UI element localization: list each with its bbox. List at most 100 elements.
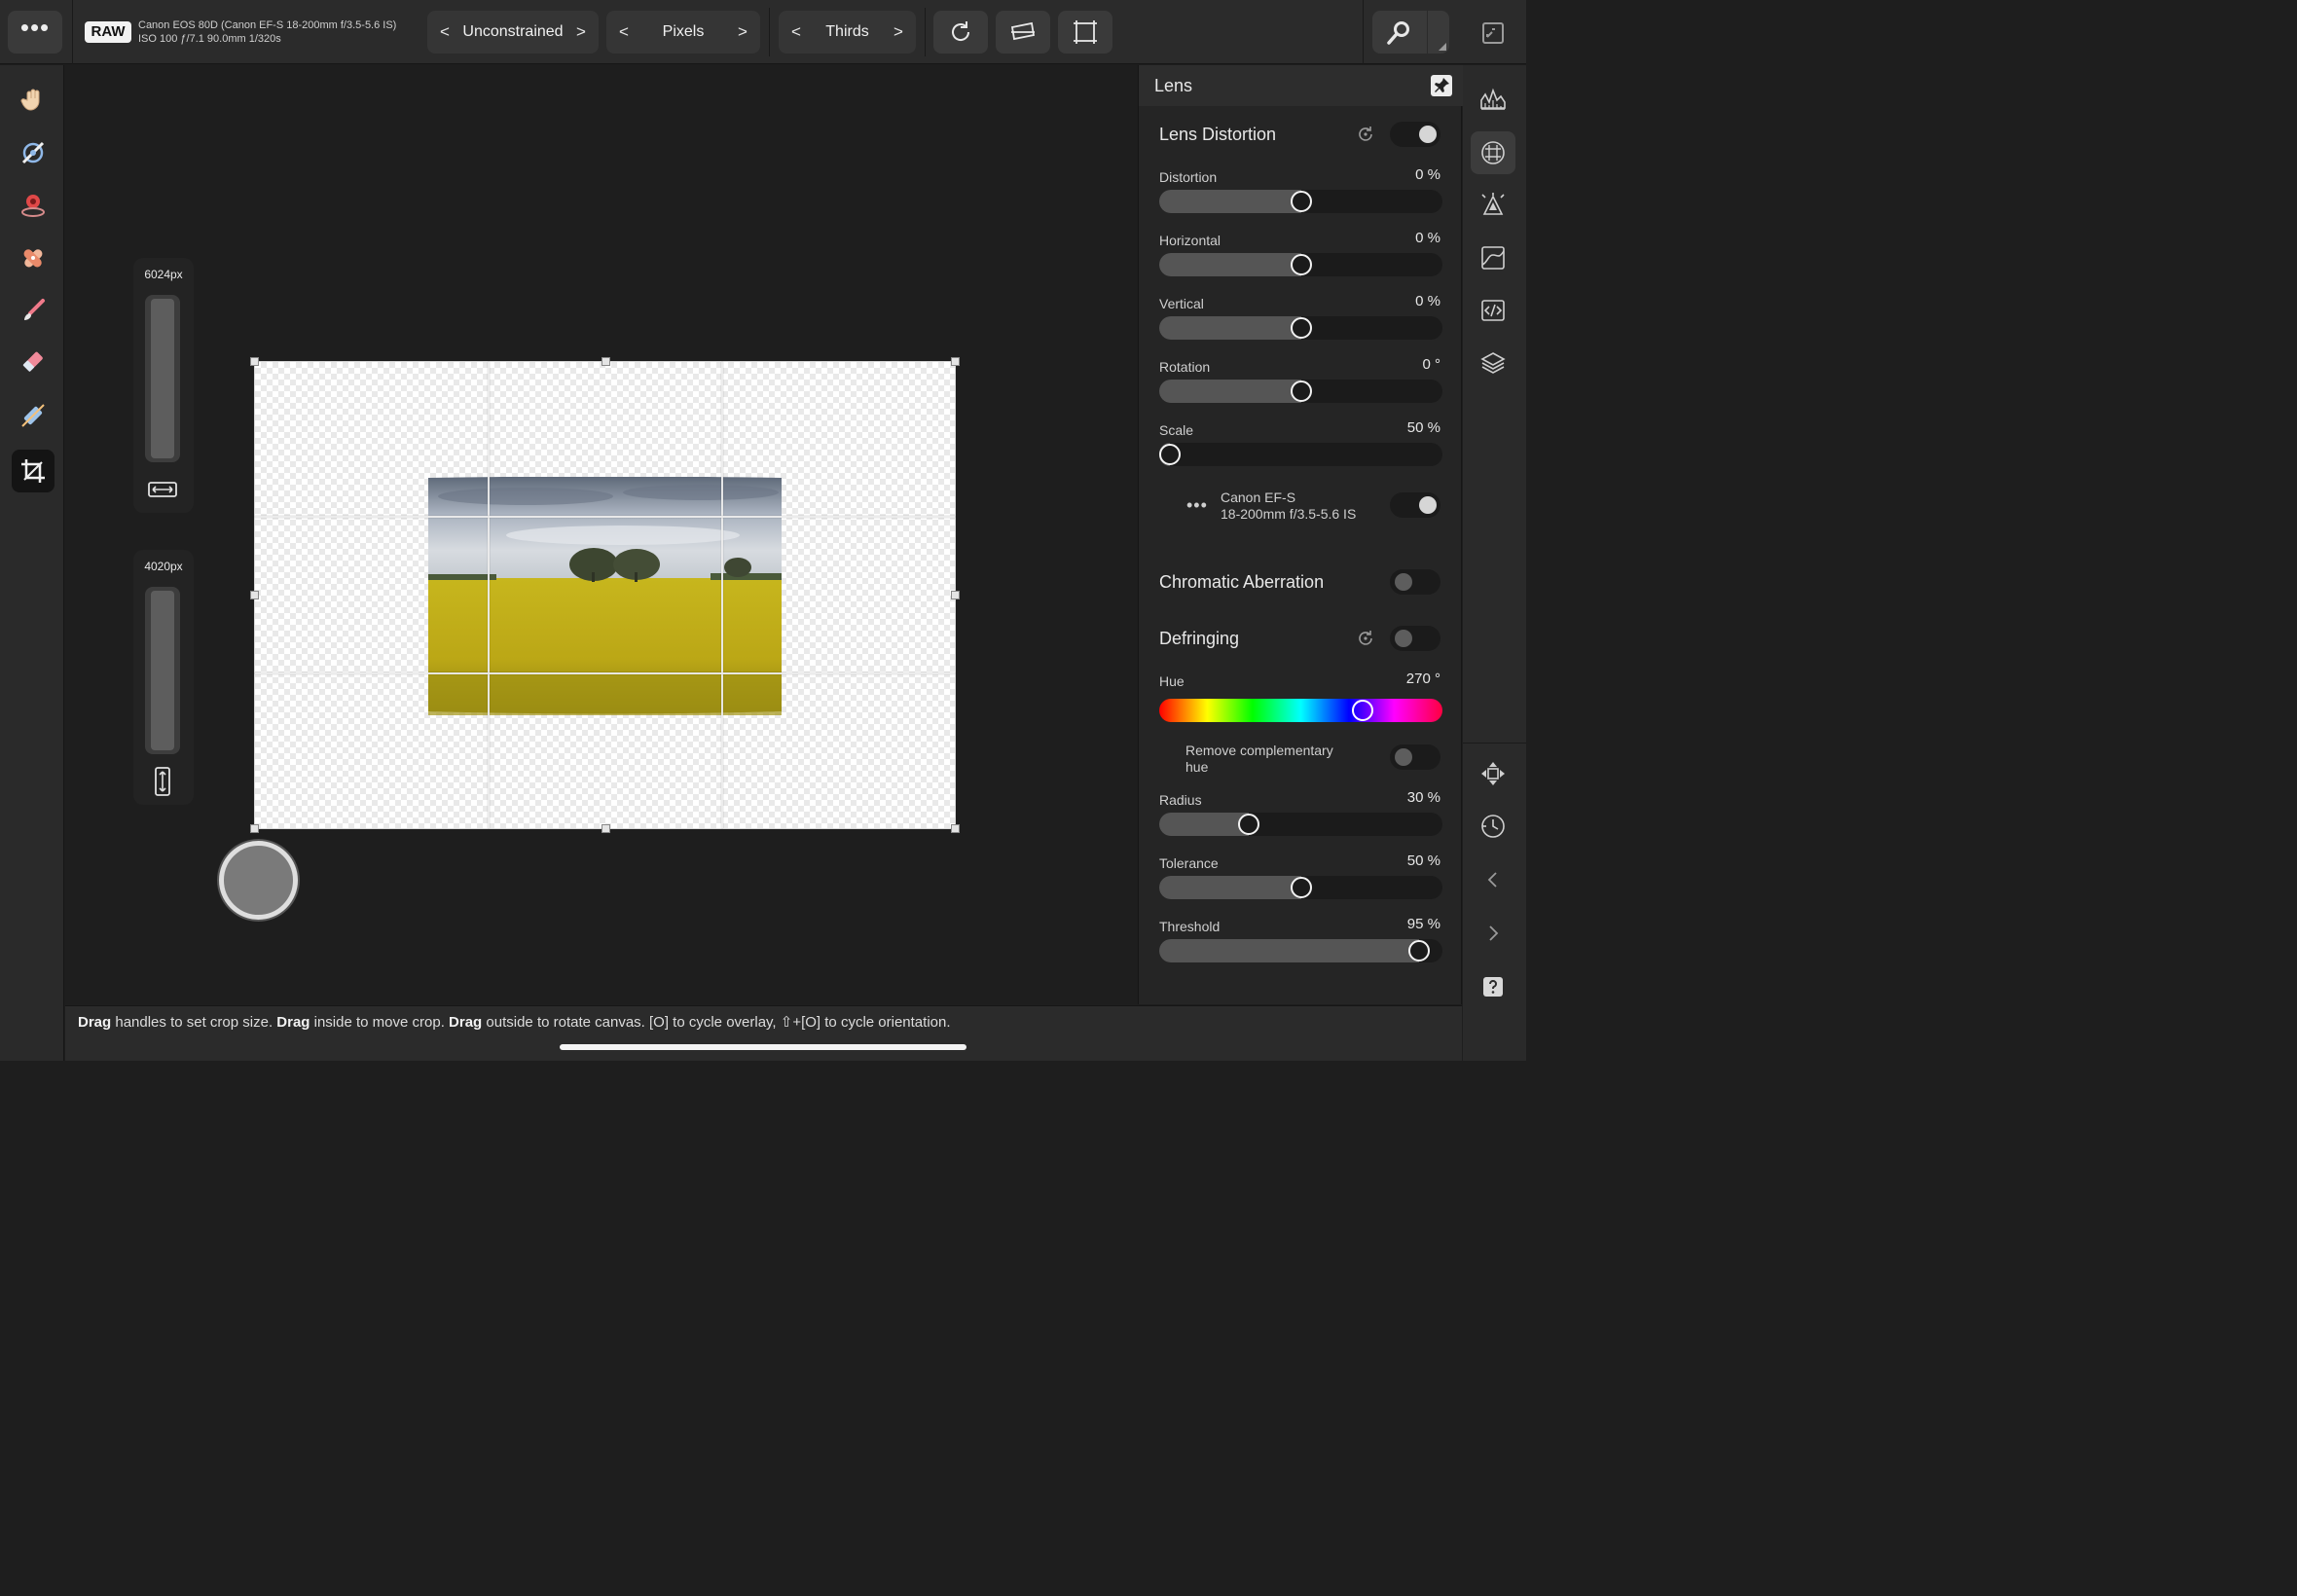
remove-complementary-toggle[interactable] bbox=[1390, 744, 1440, 770]
toolbar-divider bbox=[769, 8, 770, 56]
vertical-slider[interactable] bbox=[1159, 316, 1442, 340]
history-studio-button[interactable] bbox=[1471, 805, 1515, 848]
blemish-tool-button[interactable] bbox=[12, 236, 55, 279]
pin-button[interactable] bbox=[1431, 75, 1452, 96]
collapse-left-button[interactable] bbox=[1471, 858, 1515, 901]
crop-handle-bottom-left[interactable] bbox=[250, 824, 259, 833]
layers-studio-button[interactable] bbox=[1471, 342, 1515, 384]
crop-handle-right[interactable] bbox=[951, 591, 960, 599]
white-balance-icon bbox=[21, 141, 45, 164]
navigator-studio-button[interactable] bbox=[1471, 752, 1515, 795]
overlay-next-button[interactable]: > bbox=[891, 22, 906, 42]
threshold-slider-fill bbox=[1159, 939, 1419, 962]
radius-slider-thumb[interactable] bbox=[1237, 814, 1259, 835]
remove-complementary-label: Remove complementary bbox=[1185, 743, 1333, 758]
lens-profile-more-button[interactable]: ••• bbox=[1186, 495, 1208, 516]
crop-handle-top-left[interactable] bbox=[250, 357, 259, 366]
vertical-slider-thumb[interactable] bbox=[1290, 317, 1312, 339]
ratio-next-button[interactable]: > bbox=[573, 22, 589, 42]
horizontal-slider-fill bbox=[1159, 253, 1301, 276]
tolerance-slider-thumb[interactable] bbox=[1290, 877, 1312, 898]
toggle-knob bbox=[1395, 573, 1412, 591]
defringing-toggle[interactable] bbox=[1390, 626, 1440, 651]
distortion-slider[interactable] bbox=[1159, 190, 1442, 213]
distortion-value: 0 % bbox=[1415, 166, 1440, 183]
view-tool-button[interactable] bbox=[12, 79, 55, 122]
tolerance-label: Tolerance bbox=[1159, 855, 1219, 871]
rotation-slider-thumb[interactable] bbox=[1290, 381, 1312, 402]
crop-handle-left[interactable] bbox=[250, 591, 259, 599]
width-arrows-icon[interactable] bbox=[147, 474, 178, 505]
crop-tool-button[interactable] bbox=[12, 450, 55, 492]
crop-width-label: 6024px bbox=[144, 268, 183, 281]
rotate-icon bbox=[952, 21, 970, 41]
ratio-mode-label[interactable]: Unconstrained bbox=[462, 23, 563, 41]
toolbar-divider bbox=[925, 8, 926, 56]
details-studio-button[interactable] bbox=[1471, 184, 1515, 227]
distortion-slider-thumb[interactable] bbox=[1290, 191, 1312, 212]
menu-button[interactable]: ••• bbox=[8, 11, 62, 54]
overlay-gradient-tool-button[interactable] bbox=[12, 394, 55, 437]
collapse-right-button[interactable] bbox=[1471, 912, 1515, 955]
rotation-slider-fill bbox=[1159, 380, 1301, 403]
layers-icon bbox=[1480, 352, 1506, 374]
hue-slider-thumb[interactable] bbox=[1351, 700, 1373, 721]
distortion-slider-fill bbox=[1159, 190, 1301, 213]
horizontal-slider-thumb[interactable] bbox=[1290, 254, 1312, 275]
threshold-slider[interactable] bbox=[1159, 939, 1442, 962]
rotate-button[interactable] bbox=[933, 11, 988, 54]
crop-handle-bottom[interactable] bbox=[602, 824, 610, 833]
overlay-erase-tool-button[interactable] bbox=[12, 342, 55, 384]
overlay-mode-label[interactable]: Thirds bbox=[825, 23, 868, 41]
hue-slider[interactable] bbox=[1159, 699, 1442, 722]
lens-distortion-toggle[interactable] bbox=[1390, 122, 1440, 147]
defringing-title: Defringing bbox=[1159, 629, 1240, 648]
crop-ratio-stepper: < Unconstrained > bbox=[427, 11, 599, 54]
white-balance-tool-button[interactable] bbox=[12, 131, 55, 174]
height-arrows-icon[interactable] bbox=[147, 766, 178, 797]
chromatic-aberration-toggle[interactable] bbox=[1390, 569, 1440, 595]
scale-slider[interactable] bbox=[1159, 443, 1442, 466]
units-prev-button[interactable]: < bbox=[616, 22, 632, 42]
crop-handle-top[interactable] bbox=[602, 357, 610, 366]
tones-studio-button[interactable] bbox=[1471, 236, 1515, 279]
lens-distortion-reset-button[interactable] bbox=[1355, 124, 1376, 145]
help-button[interactable] bbox=[1471, 965, 1515, 1008]
crop-width-slider[interactable] bbox=[145, 295, 180, 462]
status-segment: outside to rotate canvas. [O] to cycle o… bbox=[482, 1014, 951, 1031]
crop-handle-top-right[interactable] bbox=[951, 357, 960, 366]
chevron-right-icon bbox=[1489, 925, 1499, 941]
rotation-slider[interactable] bbox=[1159, 380, 1442, 403]
crop-frame-button[interactable] bbox=[1058, 11, 1112, 54]
crop-handle-bottom-right[interactable] bbox=[951, 824, 960, 833]
lens-profile-toggle[interactable] bbox=[1390, 492, 1440, 518]
bandage-icon bbox=[23, 249, 43, 268]
crop-rectangle[interactable] bbox=[250, 357, 960, 833]
tolerance-slider[interactable] bbox=[1159, 876, 1442, 899]
crop-height-label: 4020px bbox=[144, 560, 183, 573]
crop-height-slider[interactable] bbox=[145, 587, 180, 754]
lens-studio-button[interactable] bbox=[1471, 131, 1515, 174]
scale-slider-thumb[interactable] bbox=[1159, 444, 1181, 465]
overlay-paint-tool-button[interactable] bbox=[12, 289, 55, 332]
hue-label: Hue bbox=[1159, 673, 1185, 689]
zoom-button[interactable] bbox=[1372, 11, 1427, 54]
threshold-slider-thumb[interactable] bbox=[1407, 940, 1430, 961]
fullscreen-button[interactable] bbox=[1479, 19, 1507, 47]
overlay-prev-button[interactable]: < bbox=[788, 22, 804, 42]
radius-slider-fill bbox=[1159, 813, 1249, 836]
straighten-button[interactable] bbox=[996, 11, 1050, 54]
defringing-reset-button[interactable] bbox=[1355, 628, 1376, 649]
history-icon bbox=[1481, 815, 1505, 838]
zoom-dropdown-button[interactable] bbox=[1428, 11, 1449, 54]
histogram-studio-button[interactable] bbox=[1471, 77, 1515, 120]
toggle-knob bbox=[1395, 630, 1412, 647]
modifier-button[interactable] bbox=[219, 841, 298, 920]
ratio-prev-button[interactable]: < bbox=[437, 22, 453, 42]
radius-slider[interactable] bbox=[1159, 813, 1442, 836]
develop-code-studio-button[interactable] bbox=[1471, 289, 1515, 332]
horizontal-slider[interactable] bbox=[1159, 253, 1442, 276]
units-mode-label[interactable]: Pixels bbox=[663, 23, 705, 41]
red-eye-tool-button[interactable] bbox=[12, 184, 55, 227]
units-next-button[interactable]: > bbox=[735, 22, 750, 42]
